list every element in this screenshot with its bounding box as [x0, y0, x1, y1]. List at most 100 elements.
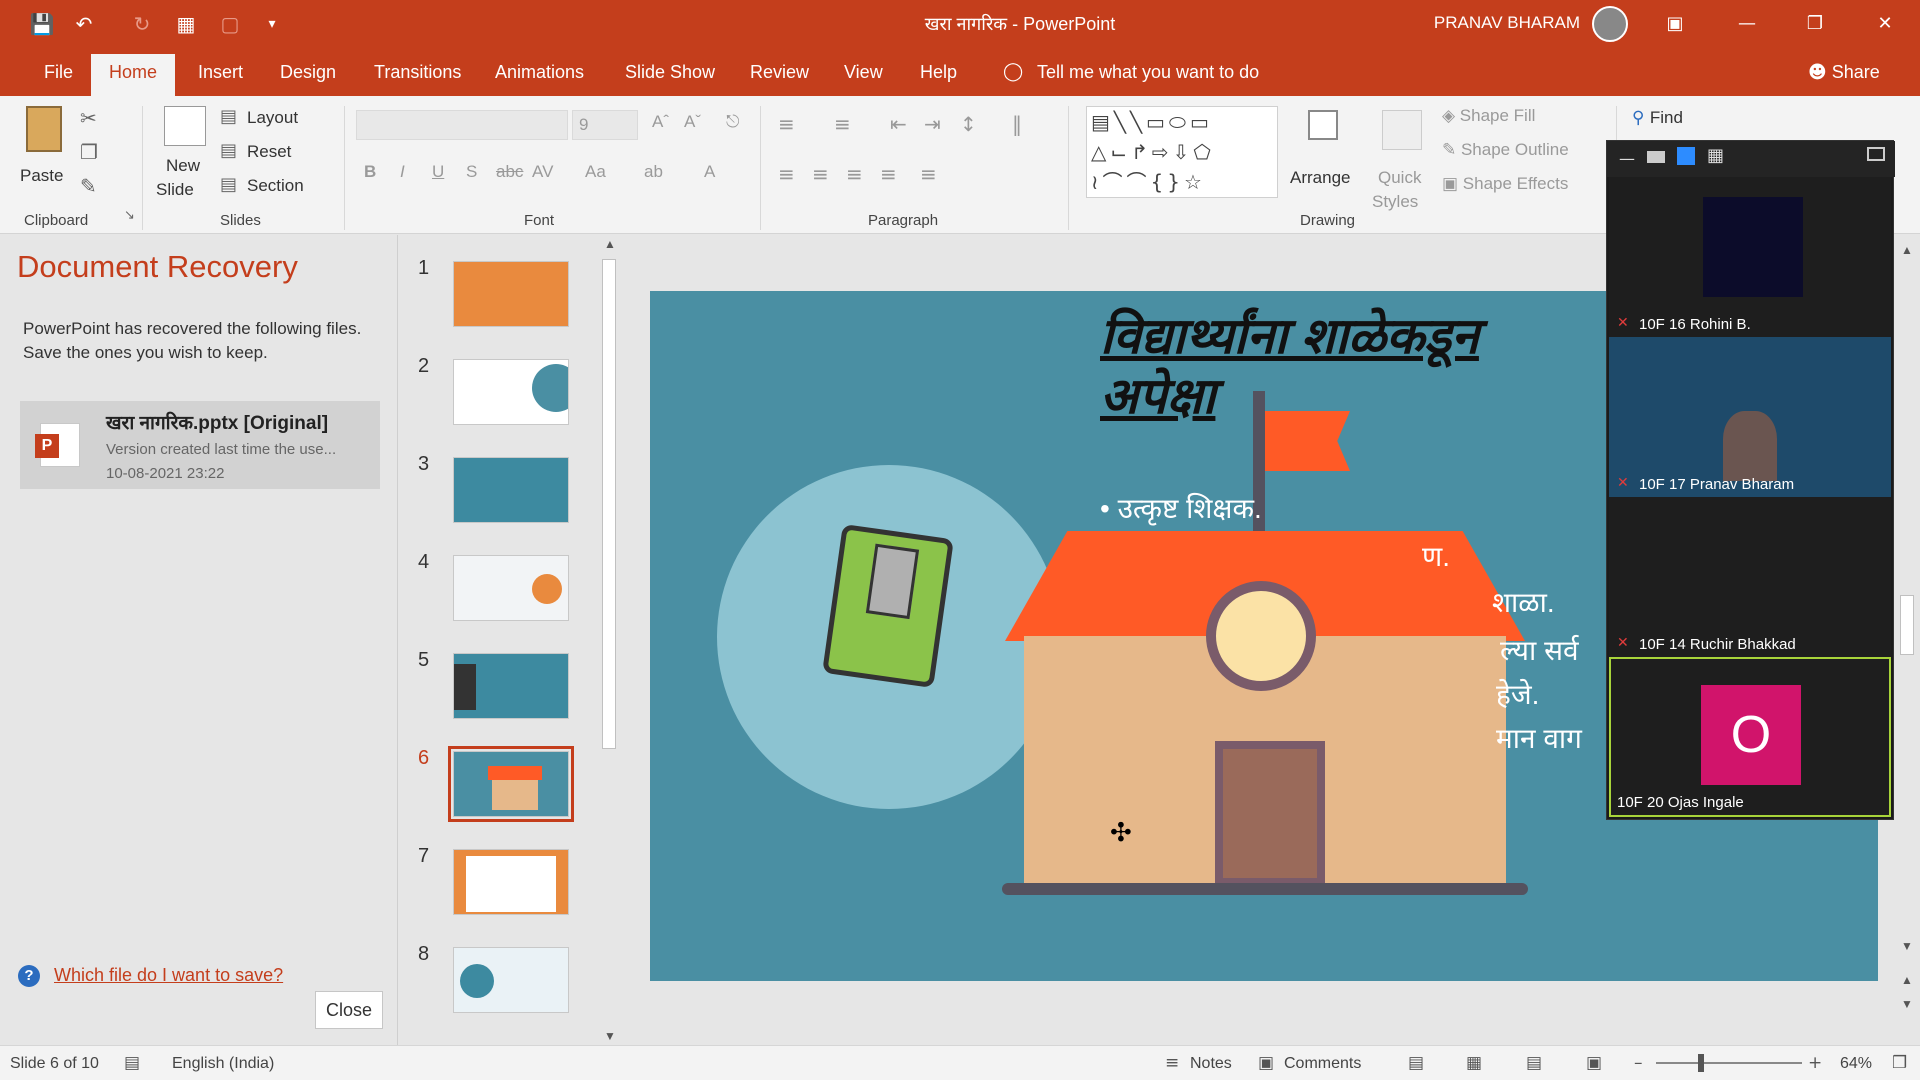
format-painter-icon[interactable]: ✎: [80, 174, 97, 198]
active-speaker-icon[interactable]: [1677, 147, 1695, 165]
char-spacing-icon[interactable]: AV: [532, 162, 553, 182]
zoom-out-icon[interactable]: –: [1634, 1053, 1643, 1073]
increase-font-icon[interactable]: Aˆ: [652, 112, 669, 132]
slide-sorter-icon[interactable]: ▦: [1466, 1053, 1482, 1073]
scroll-down-icon[interactable]: ▼: [598, 1029, 622, 1043]
minimize-icon[interactable]: —: [1724, 8, 1770, 40]
ribbon-display-options-icon[interactable]: ▣: [1652, 8, 1698, 40]
scroll-up-icon[interactable]: ▲: [1894, 235, 1920, 257]
exit-panel-icon[interactable]: [1867, 147, 1885, 161]
user-name[interactable]: PRANAV BHARAM: [1434, 13, 1580, 33]
shape-fill-button[interactable]: ◈ Shape Fill: [1442, 106, 1535, 126]
clipboard-launcher-icon[interactable]: ↘: [124, 208, 135, 223]
scroll-down-icon[interactable]: ▼: [1894, 939, 1920, 953]
accessibility-icon[interactable]: ▤: [124, 1053, 140, 1073]
decrease-font-icon[interactable]: Aˇ: [684, 112, 701, 132]
shape-effects-button[interactable]: ▣ Shape Effects: [1442, 174, 1568, 194]
slide-thumbnail-5[interactable]: [453, 653, 569, 719]
underline-icon[interactable]: U: [432, 162, 444, 182]
tab-transitions[interactable]: Transitions: [356, 48, 479, 96]
slide-bullet[interactable]: ण.: [1422, 537, 1450, 575]
numbering-icon[interactable]: ≡: [834, 112, 851, 136]
restore-icon[interactable]: ❐: [1792, 8, 1838, 40]
tab-insert[interactable]: Insert: [180, 48, 261, 96]
change-case-icon[interactable]: Aa: [585, 162, 606, 182]
comments-icon[interactable]: ▣: [1258, 1053, 1274, 1073]
italic-icon[interactable]: I: [400, 162, 405, 182]
avatar[interactable]: [1592, 6, 1628, 42]
slide-bullet[interactable]: • उत्कृष्ट शिक्षक.: [1100, 489, 1262, 527]
increase-indent-icon[interactable]: ⇥: [924, 112, 941, 136]
slide-title-line-2[interactable]: अपेक्षा: [1100, 367, 1215, 425]
fit-to-window-icon[interactable]: ❒: [1892, 1053, 1907, 1073]
minimize-zoom-icon[interactable]: —: [1619, 149, 1635, 168]
find-button[interactable]: ⚲ Find: [1632, 108, 1683, 128]
slide-thumbnail-1[interactable]: [453, 261, 569, 327]
bold-icon[interactable]: B: [364, 162, 376, 182]
slideshow-view-icon[interactable]: ▣: [1586, 1053, 1602, 1073]
line-spacing-icon[interactable]: ↕: [960, 112, 977, 136]
slide-bullet[interactable]: ल्या सर्व: [1500, 631, 1579, 669]
reset-button[interactable]: Reset: [247, 142, 291, 162]
text-columns-icon[interactable]: ≡: [920, 162, 937, 186]
scrollbar-thumb[interactable]: [1900, 595, 1914, 655]
shadow-icon[interactable]: S: [466, 162, 477, 182]
slide-thumbnail-3[interactable]: [453, 457, 569, 523]
tab-help[interactable]: Help: [902, 48, 975, 96]
recovered-file-item[interactable]: P खरा नागरिक.pptx [Original] Version cre…: [20, 401, 380, 489]
notes-button[interactable]: Notes: [1190, 1055, 1232, 1073]
highlight-icon[interactable]: ab: [644, 162, 663, 182]
font-color-icon[interactable]: A: [704, 162, 715, 182]
paste-button[interactable]: Paste: [20, 106, 68, 198]
quick-styles-button[interactable]: Quick Styles: [1372, 106, 1432, 211]
slide-thumbnail-2[interactable]: [453, 359, 569, 425]
cut-icon[interactable]: ✂: [80, 106, 97, 130]
editor-scrollbar[interactable]: ▲ ▼ ▲ ▼: [1894, 235, 1920, 1045]
clear-format-icon[interactable]: ⎋: [726, 112, 739, 132]
previous-slide-icon[interactable]: ▲: [1894, 973, 1920, 987]
tab-review[interactable]: Review: [732, 48, 827, 96]
slide-bullet[interactable]: शाळा.: [1492, 583, 1555, 621]
bullets-icon[interactable]: ≡: [778, 112, 795, 136]
slide-thumbnail-8[interactable]: [453, 947, 569, 1013]
participant-tile-active[interactable]: O 10F 20 Ojas Ingale: [1609, 657, 1891, 817]
thumbnails-scrollbar[interactable]: ▲ ▼: [598, 237, 622, 1047]
slide-thumbnail-6[interactable]: [448, 746, 574, 822]
tab-file[interactable]: File: [26, 48, 91, 96]
justify-icon[interactable]: ≡: [880, 162, 897, 186]
align-right-icon[interactable]: ≡: [846, 162, 863, 186]
font-size-combo[interactable]: 9: [572, 110, 638, 140]
section-button[interactable]: Section: [247, 176, 304, 196]
notes-icon[interactable]: ≡: [1165, 1053, 1179, 1073]
zoom-in-icon[interactable]: +: [1808, 1053, 1822, 1073]
close-recovery-button[interactable]: Close: [315, 991, 383, 1029]
participant-tile[interactable]: ✕ 10F 17 Pranav Bharam: [1609, 337, 1891, 497]
align-center-icon[interactable]: ≡: [812, 162, 829, 186]
hide-video-icon[interactable]: [1647, 151, 1665, 163]
participant-tile[interactable]: ✕ 10F 14 Ruchir Bhakkad: [1609, 497, 1891, 657]
reading-view-icon[interactable]: ▤: [1526, 1053, 1542, 1073]
slide-thumbnail-7[interactable]: [453, 849, 569, 915]
participant-tile[interactable]: ✕ 10F 16 Rohini B.: [1609, 177, 1891, 337]
shape-outline-button[interactable]: ✎ Shape Outline: [1442, 140, 1569, 160]
copy-icon[interactable]: ❐: [80, 140, 98, 164]
slide-counter[interactable]: Slide 6 of 10: [10, 1055, 99, 1073]
columns-icon[interactable]: ‖: [1012, 112, 1022, 136]
which-file-help-link[interactable]: Which file do I want to save?: [54, 965, 283, 986]
normal-view-icon[interactable]: ▤: [1408, 1053, 1424, 1073]
zoom-slider-thumb[interactable]: [1698, 1054, 1704, 1072]
scroll-up-icon[interactable]: ▲: [598, 237, 622, 251]
close-window-icon[interactable]: ✕: [1862, 8, 1908, 40]
share-button[interactable]: ☻ Share: [1790, 48, 1898, 96]
arrange-button[interactable]: Arrange: [1290, 106, 1354, 206]
tab-design[interactable]: Design: [262, 48, 354, 96]
slide-thumbnail-4[interactable]: [453, 555, 569, 621]
tell-me-search[interactable]: Tell me what you want to do: [1019, 48, 1277, 96]
tab-slide-show[interactable]: Slide Show: [607, 48, 733, 96]
tab-view[interactable]: View: [826, 48, 901, 96]
scrollbar-thumb[interactable]: [602, 259, 616, 749]
new-slide-button[interactable]: New Slide: [156, 106, 212, 206]
tab-animations[interactable]: Animations: [477, 48, 602, 96]
comments-button[interactable]: Comments: [1284, 1055, 1361, 1073]
shapes-gallery[interactable]: ▤╲╲▭⬭▭ △⌙↱⇨⇩⬠ ≀⌒⌒{}☆: [1086, 106, 1278, 198]
